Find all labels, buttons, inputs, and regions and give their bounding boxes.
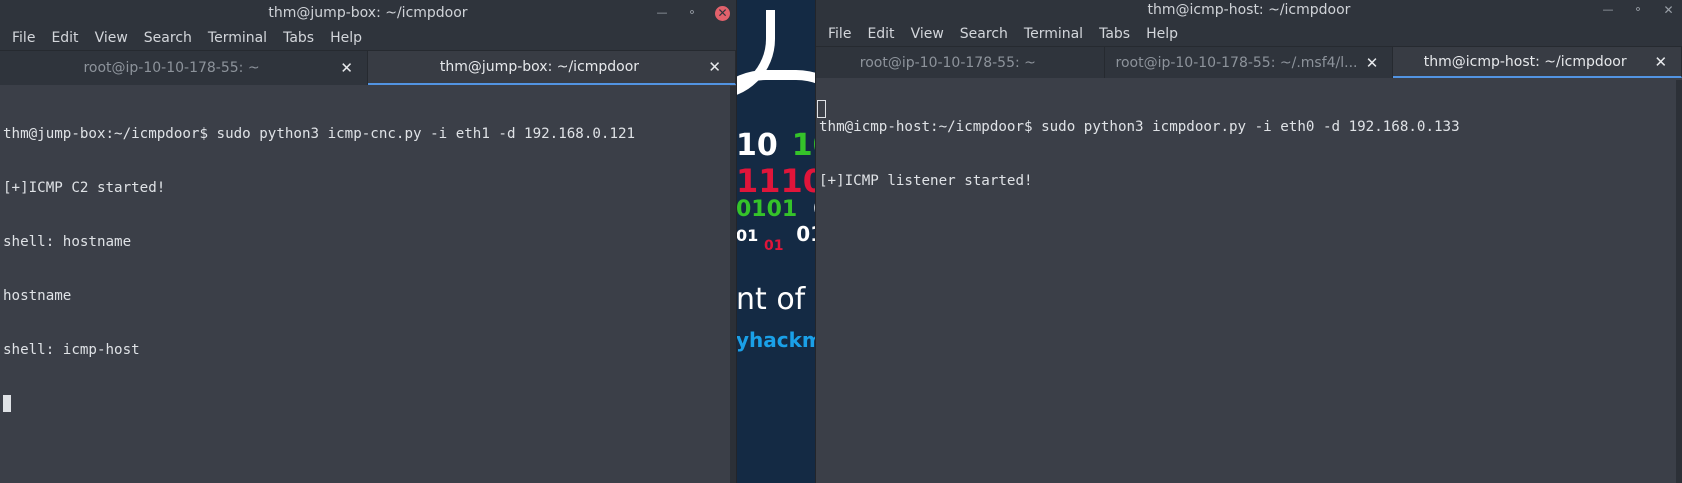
menu-search[interactable]: Search <box>136 26 200 50</box>
wallpaper-binary-green: 10 <box>791 128 816 163</box>
menu-view[interactable]: View <box>87 26 136 50</box>
scrollbar[interactable] <box>730 86 736 483</box>
window-titlebar[interactable]: thm@icmp-host: ~/icmpdoor — ⚬ ✕ <box>816 0 1682 22</box>
tab-label: thm@icmp-host: ~/icmpdoor <box>1423 53 1627 70</box>
menubar: File Edit View Search Terminal Tabs Help <box>0 26 736 50</box>
tab-label: root@ip-10-10-178-55: ~/.msf4/l... <box>1115 54 1358 71</box>
window-controls: — ⚬ ✕ <box>655 0 730 26</box>
minimize-icon[interactable]: — <box>1601 3 1615 17</box>
tab-root-ip[interactable]: root@ip-10-10-178-55: ~ <box>816 47 1105 78</box>
menu-search[interactable]: Search <box>952 22 1016 46</box>
terminal-window-icmp-host[interactable]: thm@icmp-host: ~/icmpdoor — ⚬ ✕ File Edi… <box>816 0 1682 483</box>
tab-close-icon[interactable]: ✕ <box>340 59 353 77</box>
terminal-cursor-line <box>3 395 736 413</box>
menu-help[interactable]: Help <box>1138 22 1186 46</box>
menu-help[interactable]: Help <box>322 26 370 50</box>
tab-close-icon[interactable]: ✕ <box>708 58 721 76</box>
menu-file[interactable]: File <box>820 22 859 46</box>
terminal-line: [+]ICMP listener started! <box>819 173 1033 189</box>
minimize-icon[interactable]: — <box>655 6 669 20</box>
wallpaper-binary-green: 0101 <box>736 197 798 222</box>
terminal-cursor <box>3 395 11 412</box>
wallpaper-binary-line-2: 1110 <box>736 162 816 200</box>
terminal-window-jump-box[interactable]: thm@jump-box: ~/icmpdoor — ⚬ ✕ File Edit… <box>0 0 736 483</box>
terminal-line: [+]ICMP C2 started! <box>3 180 166 196</box>
tab-close-icon[interactable]: ✕ <box>1654 53 1667 71</box>
window-controls: — ⚬ ✕ <box>1601 0 1676 20</box>
terminal-line: hostname <box>3 288 72 304</box>
menu-terminal[interactable]: Terminal <box>1016 22 1091 46</box>
wallpaper-binary-line-1: 10 10 <box>736 128 816 163</box>
scrollbar[interactable] <box>1676 80 1682 483</box>
desktop: 1010 1110 01010 0101 01 nt of C yhackm t… <box>0 0 1682 483</box>
wallpaper-binary-line-5: 01 <box>764 238 784 254</box>
menu-tabs[interactable]: Tabs <box>275 26 322 50</box>
wallpaper-binary-white: 10 <box>736 128 778 163</box>
terminal-line: thm@icmp-host:~/icmpdoor$ sudo python3 i… <box>819 119 1460 135</box>
menu-view[interactable]: View <box>903 22 952 46</box>
tab-label: root@ip-10-10-178-55: ~ <box>859 54 1036 71</box>
terminal-line: shell: icmp-host <box>3 342 140 358</box>
menu-file[interactable]: File <box>4 26 43 50</box>
wallpaper-binary-white: 01 <box>736 226 759 245</box>
wallpaper-binary-white: 01 <box>796 222 816 246</box>
wallpaper-brand: yhackm <box>736 328 816 352</box>
terminal-output[interactable]: thm@icmp-host:~/icmpdoor$ sudo python3 i… <box>816 78 1682 482</box>
tab-root-ip-msf4[interactable]: root@ip-10-10-178-55: ~/.msf4/l... ✕ <box>1104 47 1394 78</box>
tab-label: root@ip-10-10-178-55: ~ <box>83 60 260 76</box>
menu-tabs[interactable]: Tabs <box>1091 22 1138 46</box>
maximize-icon[interactable]: ⚬ <box>1631 3 1645 17</box>
terminal-line: shell: hostname <box>3 234 132 250</box>
terminal-cursor <box>817 100 826 118</box>
tab-label: thm@jump-box: ~/icmpdoor <box>439 59 640 75</box>
tab-root-ip[interactable]: root@ip-10-10-178-55: ~ ✕ <box>0 51 368 85</box>
window-titlebar[interactable]: thm@jump-box: ~/icmpdoor — ⚬ ✕ <box>0 0 736 26</box>
tab-icmp-host[interactable]: thm@icmp-host: ~/icmpdoor ✕ <box>1393 47 1682 78</box>
tab-bar: root@ip-10-10-178-55: ~ ✕ thm@jump-box: … <box>0 50 736 85</box>
menu-edit[interactable]: Edit <box>859 22 902 46</box>
window-title: thm@icmp-host: ~/icmpdoor <box>1147 2 1351 18</box>
terminal-line: thm@jump-box:~/icmpdoor$ sudo python3 ic… <box>3 126 636 142</box>
window-title: thm@jump-box: ~/icmpdoor <box>268 5 468 21</box>
wallpaper-tagline: nt of C <box>736 282 816 317</box>
menubar: File Edit View Search Terminal Tabs Help <box>816 22 1682 46</box>
menu-terminal[interactable]: Terminal <box>200 26 275 50</box>
terminal-output[interactable]: thm@jump-box:~/icmpdoor$ sudo python3 ic… <box>0 85 736 483</box>
close-icon[interactable]: ✕ <box>715 5 730 21</box>
tab-jump-box[interactable]: thm@jump-box: ~/icmpdoor ✕ <box>368 51 736 85</box>
tab-bar: root@ip-10-10-178-55: ~ root@ip-10-10-17… <box>816 46 1682 78</box>
wallpaper-binary-line-3: 01010 <box>736 197 816 222</box>
wallpaper: 1010 1110 01010 0101 01 nt of C yhackm <box>736 0 816 483</box>
menu-edit[interactable]: Edit <box>43 26 86 50</box>
tab-close-icon[interactable]: ✕ <box>1366 54 1379 72</box>
maximize-icon[interactable]: ⚬ <box>685 6 699 20</box>
close-icon[interactable]: ✕ <box>1661 3 1676 18</box>
